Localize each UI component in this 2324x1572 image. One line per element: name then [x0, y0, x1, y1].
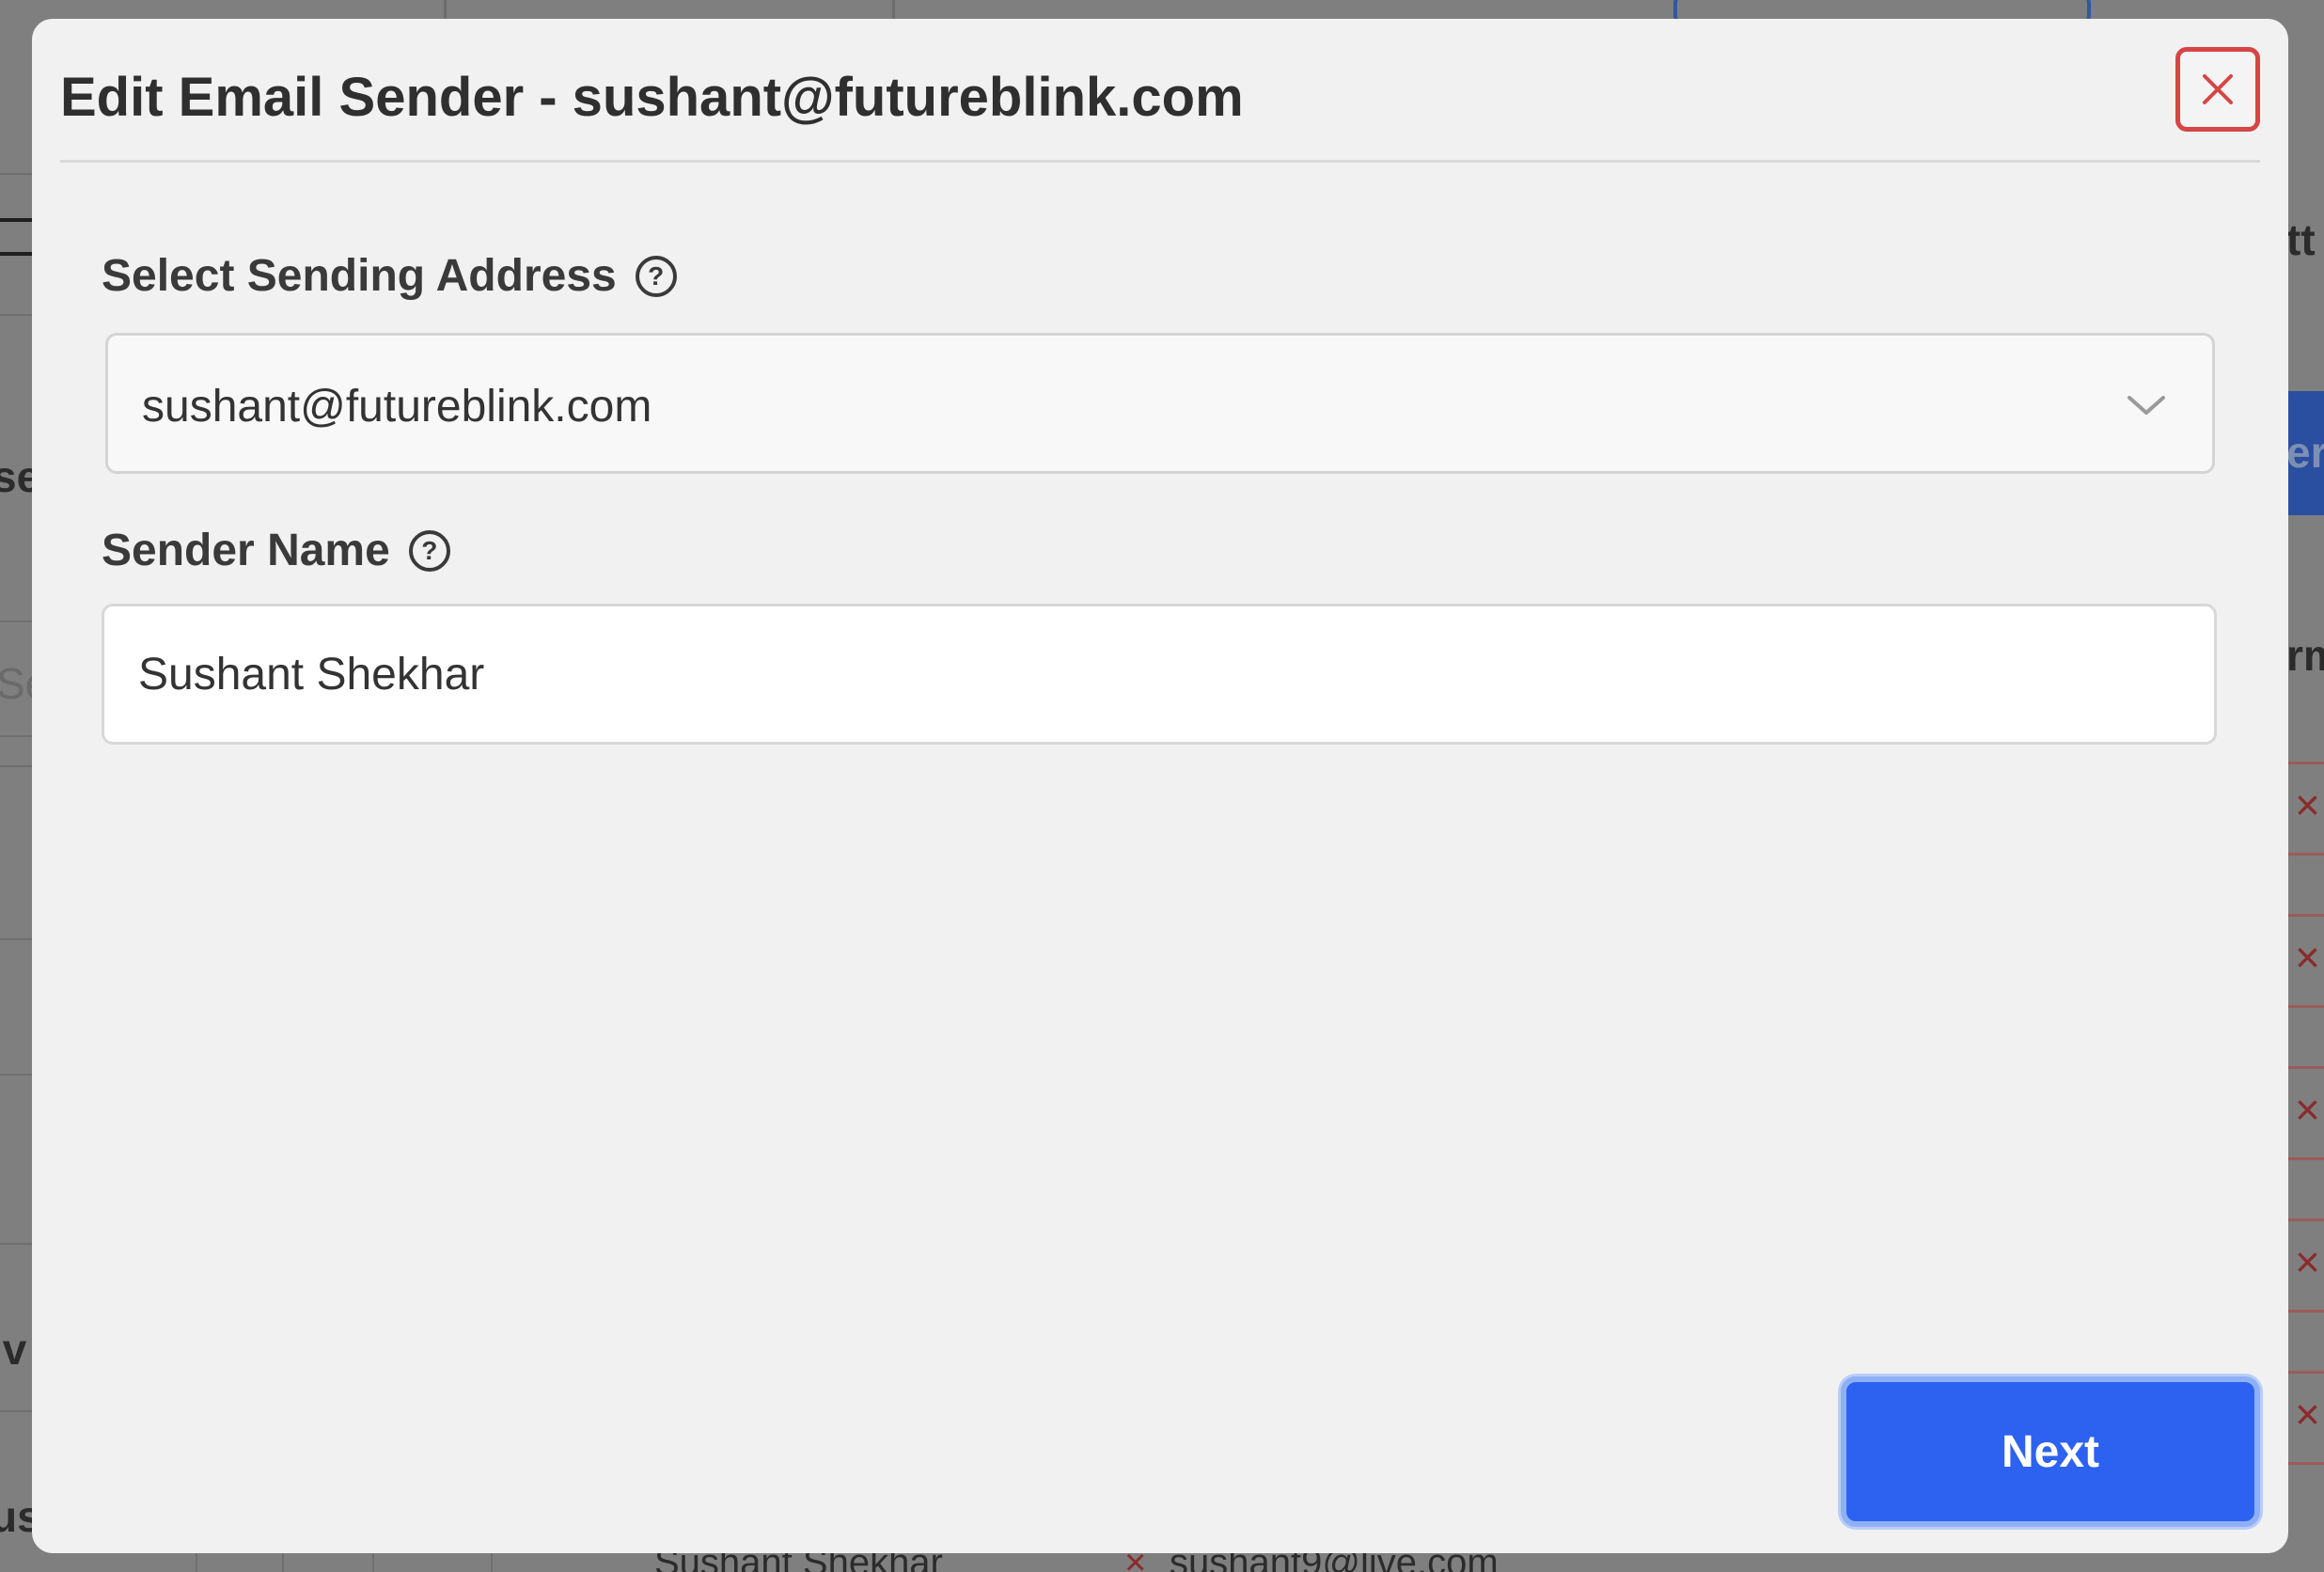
background-x-mark: ×	[2295, 1390, 2320, 1438]
close-icon	[2203, 74, 2233, 104]
next-button[interactable]: Next	[1841, 1376, 2260, 1527]
edit-email-sender-modal: Edit Email Sender - sushant@futureblink.…	[32, 19, 2288, 1553]
sending-address-label: Select Sending Address ?	[102, 250, 677, 302]
sender-name-input[interactable]	[102, 604, 2217, 745]
background-delete-button: ×	[2283, 914, 2324, 1008]
background-text: er	[2286, 428, 2324, 477]
background-text: rm	[2286, 631, 2324, 680]
background-delete-button: ×	[2283, 1066, 2324, 1160]
background-delete-button: ×	[2283, 762, 2324, 856]
background-x-mark: ×	[2295, 1085, 2320, 1134]
background-text: iv	[0, 1325, 27, 1374]
background-x-mark: ×	[2295, 780, 2320, 829]
close-button[interactable]	[2175, 47, 2260, 132]
background-delete-button: ×	[2283, 1371, 2324, 1465]
sender-name-label: Sender Name ?	[102, 525, 450, 576]
background-text: tt	[2286, 215, 2316, 264]
help-icon[interactable]: ?	[408, 529, 450, 572]
background-x-mark: ×	[2295, 933, 2320, 982]
sending-address-select[interactable]: sushant@futureblink.com	[105, 333, 2215, 474]
sender-name-label-text: Sender Name	[102, 526, 390, 575]
mail-icon	[0, 218, 34, 256]
modal-title: Edit Email Sender - sushant@futureblink.…	[60, 67, 1244, 128]
help-icon[interactable]: ?	[635, 255, 677, 297]
title-divider	[60, 160, 2260, 163]
background-delete-button: ×	[2283, 1218, 2324, 1313]
chevron-down-icon	[2128, 396, 2165, 415]
background-x-mark: ×	[2295, 1237, 2320, 1286]
sending-address-selected-value: sushant@futureblink.com	[142, 382, 652, 432]
sending-address-label-text: Select Sending Address	[102, 251, 617, 301]
